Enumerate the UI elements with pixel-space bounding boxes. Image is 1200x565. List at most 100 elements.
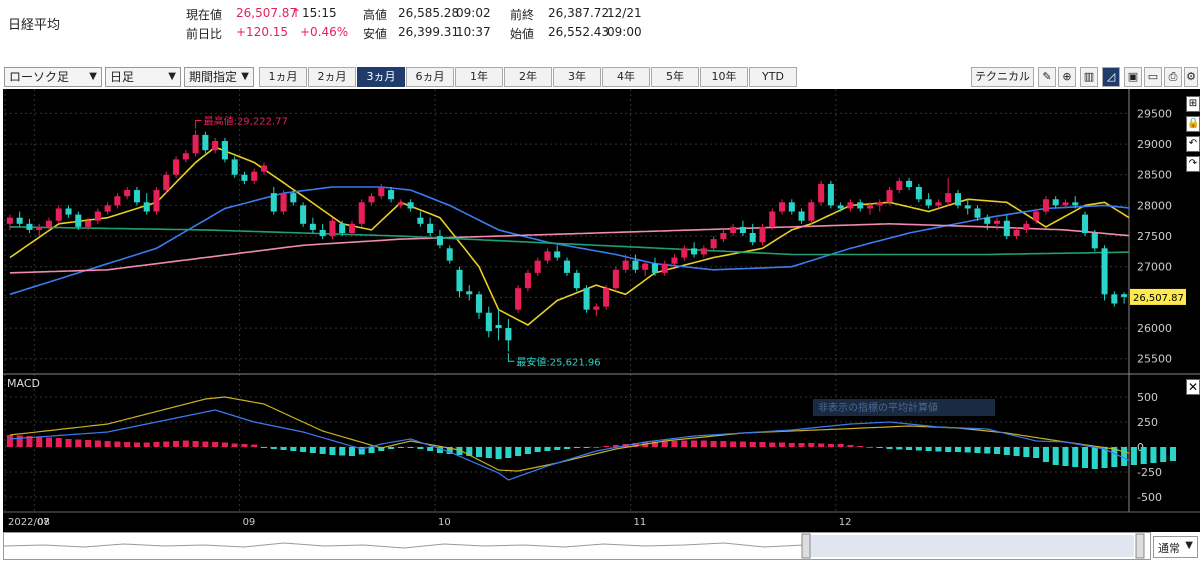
candle-body <box>456 269 463 292</box>
technical-button[interactable]: テクニカル <box>971 67 1034 87</box>
macd-histogram-bar <box>260 447 268 448</box>
candle-body <box>671 257 678 264</box>
candle-body <box>436 236 443 246</box>
candle-body <box>417 217 424 224</box>
macd-histogram-bar <box>221 442 228 447</box>
macd-histogram-bar <box>994 447 1001 454</box>
period-button-5[interactable]: 2年 <box>504 67 552 87</box>
candle-body <box>378 187 385 197</box>
macd-y-tick-label: -250 <box>1137 466 1162 479</box>
macd-histogram-bar <box>1052 447 1059 465</box>
macd-histogram-bar <box>505 447 512 458</box>
candle-body <box>143 202 150 212</box>
candle-body <box>182 153 189 160</box>
pencil-icon[interactable]: ✎ <box>1038 67 1056 87</box>
candle-body <box>124 190 131 197</box>
period-button-8[interactable]: 5年 <box>651 67 699 87</box>
y-tick-label: 26000 <box>1137 322 1172 335</box>
candle-body <box>994 220 1001 224</box>
undo-icon[interactable]: ↶ <box>1186 136 1200 152</box>
candle-body <box>290 193 297 203</box>
period-button-4[interactable]: 1年 <box>455 67 503 87</box>
print-icon[interactable]: ⎙ <box>1164 67 1182 87</box>
macd-histogram-bar <box>231 443 238 447</box>
settings-icon[interactable]: ⚙ <box>1184 67 1198 87</box>
period-button-9[interactable]: 10年 <box>700 67 748 87</box>
period-button-10[interactable]: YTD <box>749 67 797 87</box>
period-button-7[interactable]: 4年 <box>602 67 650 87</box>
candle-body <box>36 226 43 230</box>
candle-body <box>85 220 92 227</box>
open-time: 09:00 <box>607 25 642 39</box>
macd-histogram-bar <box>368 447 375 453</box>
line-chart-icon[interactable]: ◿ <box>1102 67 1120 87</box>
macd-histogram-bar <box>153 442 160 447</box>
bar-chart-icon[interactable]: ▥ <box>1080 67 1098 87</box>
period-button-0[interactable]: 1ヵ月 <box>259 67 307 87</box>
candle-body <box>964 205 971 209</box>
macd-histogram-bar <box>348 447 356 456</box>
candle-body <box>407 202 414 209</box>
macd-histogram-bar <box>896 447 903 450</box>
candle-body <box>818 183 825 203</box>
candle-body <box>368 196 375 203</box>
macd-histogram-bar <box>866 447 874 448</box>
candle-body <box>778 202 786 212</box>
mode-select[interactable]: 通常 ▼ <box>1153 536 1198 558</box>
macd-histogram-bar <box>554 447 561 450</box>
macd-histogram-bar <box>192 441 199 447</box>
zoom-icon[interactable]: ⊕ <box>1058 67 1076 87</box>
candle-body <box>896 180 903 191</box>
chart-type-select[interactable]: ローソク足 ▼ <box>4 67 102 87</box>
period-button-2[interactable]: 3ヵ月 <box>357 67 405 87</box>
macd-histogram-bar <box>182 440 189 447</box>
save-icon[interactable]: ▣ <box>1124 67 1142 87</box>
candle-body <box>563 260 571 273</box>
period-button-6[interactable]: 3年 <box>553 67 601 87</box>
change-value: +120.15 <box>236 25 289 39</box>
macd-histogram-bar <box>417 447 424 449</box>
period-mode-select[interactable]: 期間指定 ▼ <box>184 67 254 87</box>
macd-histogram-bar <box>769 442 776 447</box>
macd-histogram-bar <box>749 442 756 447</box>
macd-label: MACD <box>7 377 40 390</box>
macd-histogram-bar <box>925 447 932 451</box>
folder-icon[interactable]: ▭ <box>1144 67 1162 87</box>
current-time: 15:15 <box>302 6 337 20</box>
macd-histogram-bar <box>691 440 698 447</box>
candle-body <box>388 190 395 200</box>
open-label: 始値 <box>510 27 535 41</box>
macd-histogram-bar <box>964 447 971 453</box>
period-button-1[interactable]: 2ヵ月 <box>308 67 356 87</box>
macd-histogram-bar <box>1013 447 1020 456</box>
lock-icon[interactable]: 🔒 <box>1186 116 1200 132</box>
candle-body <box>505 328 512 341</box>
chart-type-value: ローソク足 <box>9 70 70 84</box>
period-button-3[interactable]: 6ヵ月 <box>406 67 454 87</box>
macd-histogram-bar <box>397 447 404 448</box>
redo-icon[interactable]: ↷ <box>1186 156 1200 172</box>
candle-body <box>906 180 913 187</box>
macd-histogram-bar <box>309 447 316 453</box>
candle-body <box>632 260 639 270</box>
macd-histogram-bar <box>1003 447 1010 455</box>
low-time: 10:37 <box>456 25 491 39</box>
macd-histogram-bar <box>1062 447 1069 466</box>
macd-histogram-bar <box>563 447 571 449</box>
macd-histogram-bar <box>1033 447 1040 458</box>
candlestick-chart[interactable]: 2550026000265002700027500280002850029000… <box>3 89 1200 532</box>
interval-select[interactable]: 日足 ▼ <box>105 67 181 87</box>
candle-body <box>788 202 795 212</box>
range-navigator[interactable] <box>3 532 1151 560</box>
crosshair-icon[interactable]: ⊞ <box>1186 96 1200 112</box>
macd-histogram-bar <box>427 447 434 451</box>
macd-histogram-bar <box>251 444 258 447</box>
candle-body <box>945 193 952 203</box>
macd-histogram-bar <box>935 447 942 452</box>
macd-histogram-bar <box>143 442 150 447</box>
close-icon[interactable]: ✕ <box>1186 379 1200 395</box>
candle-body <box>485 312 492 332</box>
ma-line-ma25 <box>9 186 1130 296</box>
macd-histogram-bar <box>75 439 82 447</box>
candle-body <box>427 223 434 233</box>
